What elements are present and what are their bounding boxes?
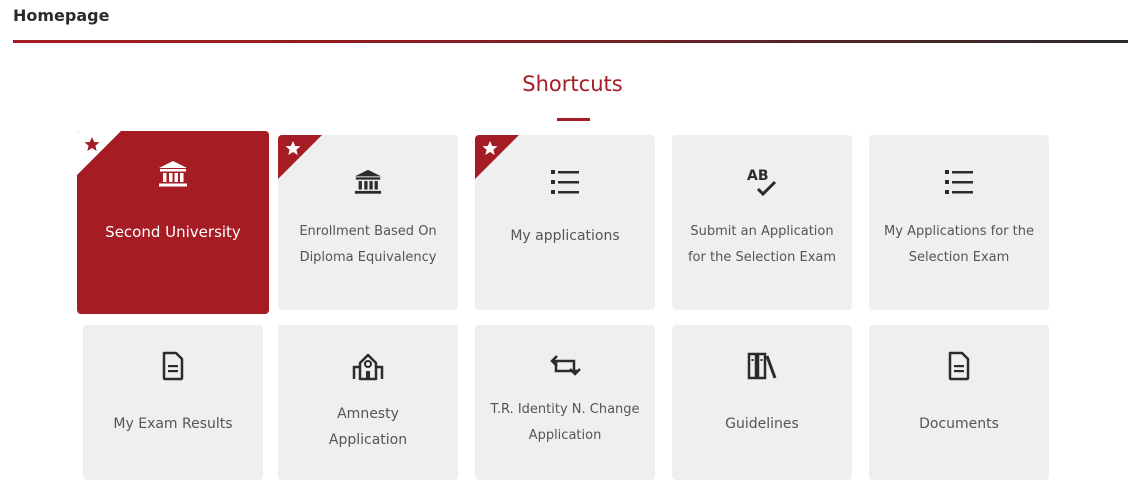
shortcuts-title: Shortcuts <box>522 72 623 96</box>
shortcut-tile-enrollment-diploma-equivalency[interactable]: Enrollment Based On Diploma Equivalency <box>278 135 458 310</box>
shortcut-tile-guidelines[interactable]: Guidelines <box>672 325 852 480</box>
favorite-star-icon <box>475 135 519 179</box>
shortcut-tile-submit-selection-exam[interactable]: AB Submit an Application for the Selecti… <box>672 135 852 310</box>
spellcheck-icon: AB <box>745 165 779 199</box>
shortcut-tile-my-exam-results[interactable]: My Exam Results <box>83 325 263 480</box>
shortcut-tile-my-applications[interactable]: My applications <box>475 135 655 310</box>
bank-icon <box>157 157 189 191</box>
shortcut-tile-second-university[interactable]: Second University <box>77 131 269 314</box>
tile-label: T.R. Identity N. Change Application <box>490 402 640 443</box>
tile-label: Documents <box>919 416 999 432</box>
tile-label: Guidelines <box>725 416 799 432</box>
list-icon <box>943 165 975 199</box>
shortcut-tile-my-applications-selection-exam[interactable]: My Applications for the Selection Exam <box>869 135 1049 310</box>
tile-label: Second University <box>105 223 241 241</box>
swap-arrows-icon <box>548 349 582 383</box>
shortcuts-title-underline <box>557 118 590 121</box>
books-icon <box>746 349 778 383</box>
svg-text:AB: AB <box>747 168 769 184</box>
page-title: Homepage <box>13 6 110 25</box>
shortcut-tile-amnesty-application[interactable]: Amnesty Application <box>278 325 458 480</box>
list-icon <box>549 165 581 199</box>
header-divider <box>13 40 1128 43</box>
bank-icon <box>353 165 383 199</box>
favorite-star-icon <box>278 135 322 179</box>
tile-label: My Exam Results <box>113 416 233 432</box>
tile-label: My applications <box>510 228 620 244</box>
school-building-icon <box>351 349 385 383</box>
tile-label: My Applications for the Selection Exam <box>884 224 1034 265</box>
shortcut-tile-identity-change-application[interactable]: T.R. Identity N. Change Application <box>475 325 655 480</box>
document-icon <box>161 349 185 383</box>
tile-label: Submit an Application for the Selection … <box>687 224 837 265</box>
favorite-star-icon <box>77 131 121 175</box>
tile-label: Enrollment Based On Diploma Equivalency <box>299 224 437 265</box>
tile-label: Amnesty Application <box>328 406 408 448</box>
document-icon <box>947 349 971 383</box>
shortcut-tile-documents[interactable]: Documents <box>869 325 1049 480</box>
